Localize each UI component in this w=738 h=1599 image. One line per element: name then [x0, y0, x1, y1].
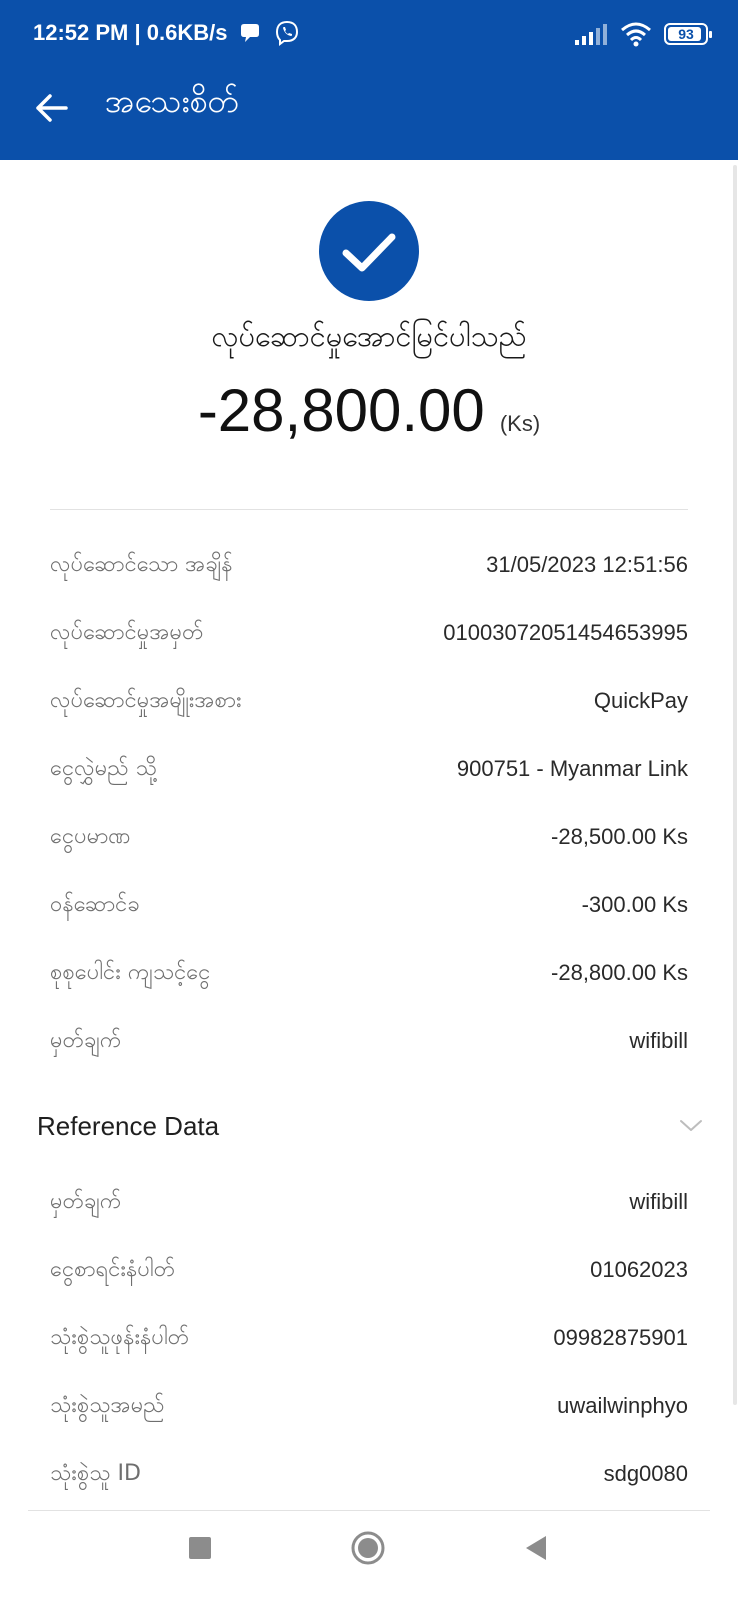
detail-label: စုစုပေါင်း ကျသင့်ငွေ [50, 959, 211, 985]
detail-value: 01003072051454653995 [443, 620, 688, 645]
viber-icon [275, 20, 299, 46]
chat-bubble-icon [241, 24, 259, 42]
back-button[interactable] [30, 86, 74, 130]
reference-value: sdg0080 [603, 1461, 688, 1486]
status-time: 12:52 PM | 0.6KB/s [33, 20, 228, 45]
reference-value: wifibill [629, 1189, 688, 1214]
square-icon [189, 1537, 211, 1559]
reference-row-user-id: သုံးစွဲသူ ID sdg0080 [50, 1454, 688, 1494]
detail-value: 900751 - Myanmar Link [456, 756, 688, 781]
detail-value: 31/05/2023 12:51:56 [486, 552, 688, 577]
reference-value: 09982875901 [553, 1325, 688, 1350]
reference-label: သုံးစွဲသူဖုန်းနံပါတ် [50, 1324, 190, 1350]
check-icon [342, 233, 396, 272]
triangle-back-icon [526, 1536, 546, 1560]
amount-display: -28,800.00 (Ks) [0, 376, 738, 445]
circle-icon [351, 1531, 385, 1565]
detail-value: -28,800.00 Ks [551, 960, 688, 985]
reference-label: ငွေစာရင်းနံပါတ် [50, 1256, 176, 1282]
divider [50, 509, 688, 510]
success-message: လုပ်ဆောင်မှုအောင်မြင်ပါသည် [211, 319, 527, 353]
home-button[interactable] [349, 1529, 387, 1567]
reference-row-note: မှတ်ချက် wifibill [50, 1182, 688, 1222]
reference-row-account-number: ငွေစာရင်းနံပါတ် 01062023 [50, 1250, 688, 1290]
detail-row-total: စုစုပေါင်း ကျသင့်ငွေ -28,800.00 Ks [50, 953, 688, 993]
detail-value: -28,500.00 Ks [551, 824, 688, 849]
reference-label: သုံးစွဲသူအမည် [50, 1392, 165, 1418]
amount-currency: (Ks) [499, 411, 541, 436]
reference-label: သုံးစွဲသူ ID [50, 1460, 141, 1486]
detail-label: မှတ်ချက် [50, 1027, 122, 1053]
detail-row-amount: ငွေပမာဏ -28,500.00 Ks [50, 817, 688, 857]
total-amount: -28,800.00 [197, 377, 485, 444]
detail-value: -300.00 Ks [581, 892, 688, 917]
detail-label: လုပ်ဆောင်မှုအမှတ် [50, 619, 204, 645]
reference-value: 01062023 [590, 1257, 688, 1282]
battery-level: 93 [678, 26, 694, 42]
status-icons: 93 [574, 20, 712, 48]
app-header: 12:52 PM | 0.6KB/s 93 အသေးစိတ် [0, 0, 738, 160]
wifi-icon [621, 22, 651, 47]
notification-icons [238, 20, 300, 46]
detail-row-transfer-to: ငွေလွှဲမည် သို့ 900751 - Myanmar Link [50, 749, 688, 789]
divider [28, 1510, 710, 1511]
reference-data-title: Reference Data [37, 1110, 220, 1141]
chevron-down-icon [680, 1120, 702, 1131]
detail-value: wifibill [629, 1028, 688, 1053]
reference-label: မှတ်ချက် [50, 1188, 122, 1214]
arrow-left-icon [36, 94, 68, 122]
reference-row-user-name: သုံးစွဲသူအမည် uwailwinphyo [50, 1386, 688, 1426]
detail-row-time: လုပ်ဆောင်သော အချိန် 31/05/2023 12:51:56 [50, 545, 688, 585]
recents-button[interactable] [184, 1532, 216, 1564]
signal-icon [575, 24, 607, 45]
scrollbar[interactable] [733, 165, 737, 1405]
detail-label: ငွေလွှဲမည် သို့ [50, 755, 157, 781]
reference-data-toggle[interactable]: Reference Data [37, 1104, 703, 1148]
battery-icon: 93 [664, 23, 712, 45]
system-navigation-bar [0, 1512, 738, 1599]
detail-row-service-fee: ဝန်ဆောင်ခ -300.00 Ks [50, 885, 688, 925]
detail-row-note: မှတ်ချက် wifibill [50, 1021, 688, 1061]
page-title: အသေးစိတ် [105, 82, 239, 120]
system-back-button[interactable] [520, 1532, 552, 1564]
reference-value: uwailwinphyo [557, 1393, 688, 1418]
detail-value: QuickPay [593, 688, 688, 713]
detail-label: လုပ်ဆောင်သော အချိန် [50, 551, 233, 577]
detail-label: ငွေပမာဏ [50, 823, 131, 849]
detail-row-transaction-type: လုပ်ဆောင်မှုအမျိုးအစား QuickPay [50, 681, 688, 721]
detail-label: ဝန်ဆောင်ခ [50, 891, 140, 917]
reference-row-phone: သုံးစွဲသူဖုန်းနံပါတ် 09982875901 [50, 1318, 688, 1358]
success-badge [319, 201, 419, 301]
detail-label: လုပ်ဆောင်မှုအမျိုးအစား [50, 687, 242, 713]
detail-row-transaction-id: လုပ်ဆောင်မှုအမှတ် 01003072051454653995 [50, 613, 688, 653]
